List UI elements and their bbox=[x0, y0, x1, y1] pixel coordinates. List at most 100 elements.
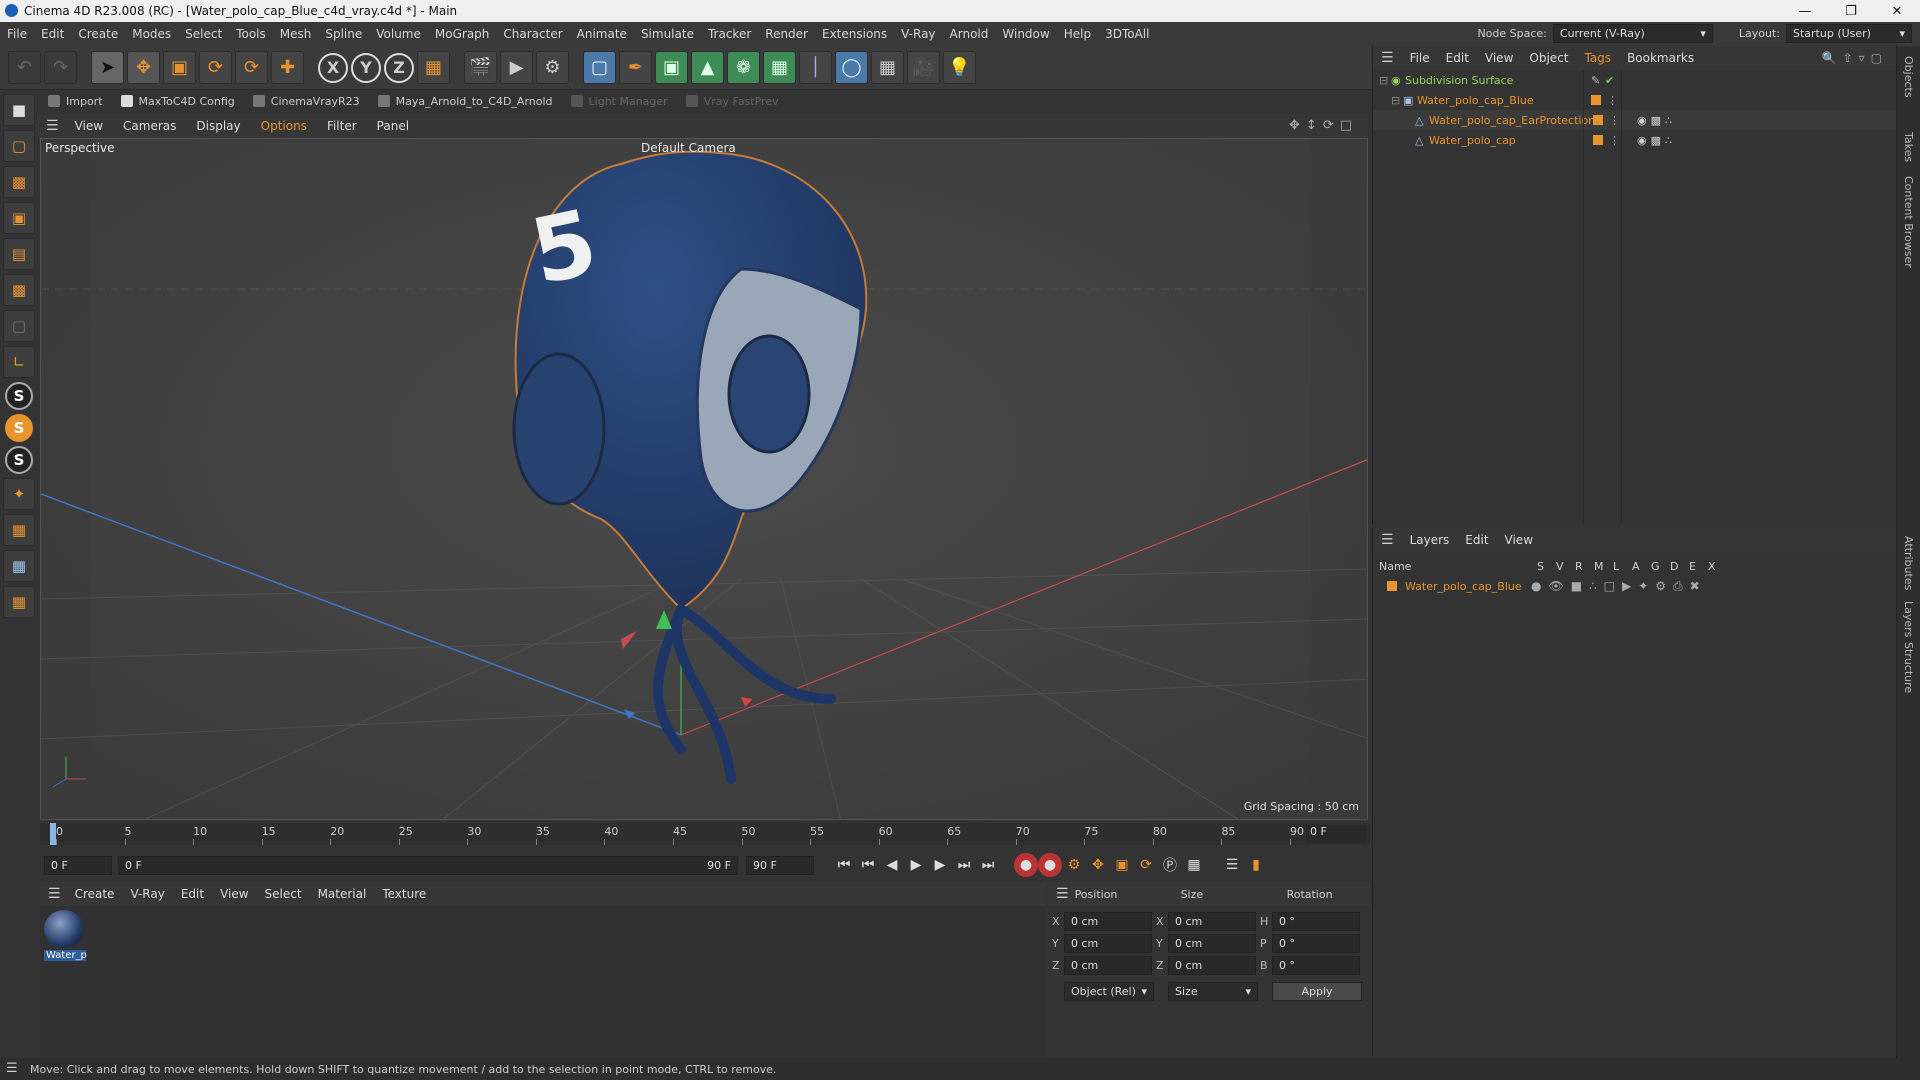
playhead[interactable] bbox=[50, 823, 56, 845]
pen-spline-icon[interactable]: ✒ bbox=[619, 51, 652, 84]
visibility-dots-icon[interactable]: ⋮ bbox=[1607, 94, 1618, 107]
objects-menu-file[interactable]: File bbox=[1402, 51, 1438, 65]
mograph-icon[interactable]: ▦ bbox=[763, 51, 796, 84]
menu-volume[interactable]: Volume bbox=[369, 27, 428, 41]
snap-settings-icon[interactable]: S bbox=[5, 414, 33, 442]
objects-menu-view[interactable]: View bbox=[1477, 51, 1521, 65]
previous-frame-icon[interactable]: ◀ bbox=[880, 853, 904, 877]
light-icon[interactable]: 💡 bbox=[943, 51, 976, 84]
size-mode-dropdown[interactable]: Size ▾ bbox=[1168, 982, 1258, 1001]
tab-content-browser[interactable]: Content Browser bbox=[1902, 176, 1915, 268]
cinemavray-button[interactable]: CinemaVrayR23 bbox=[252, 95, 360, 108]
camera-icon[interactable]: 🎥 bbox=[907, 51, 940, 84]
play-icon[interactable]: ▶ bbox=[904, 853, 928, 877]
frame-range-slider[interactable]: 0 F 90 F bbox=[118, 855, 738, 875]
layer-color-swatch[interactable] bbox=[1591, 95, 1601, 105]
layer-color-swatch[interactable] bbox=[1593, 135, 1603, 145]
autokey-icon[interactable]: ● bbox=[1038, 853, 1062, 877]
tree-row-cap[interactable]: △ Water_polo_cap ⋮ ◉▩∴ bbox=[1373, 130, 1896, 150]
menu-character[interactable]: Character bbox=[496, 27, 569, 41]
uv-mode-icon[interactable]: ▢ bbox=[3, 310, 35, 342]
render-view-icon[interactable]: 🎬 bbox=[464, 51, 497, 84]
texture-mode-icon[interactable]: ▩ bbox=[3, 166, 35, 198]
visibility-dots-icon[interactable]: ⋮ bbox=[1609, 134, 1637, 147]
recent-tools-icon[interactable]: ⟳ bbox=[235, 51, 268, 84]
hamburger-icon[interactable]: ☰ bbox=[40, 886, 67, 902]
light-manager-button[interactable]: Light Manager bbox=[570, 95, 668, 108]
timeline-ruler[interactable]: 0 5 10 15 20 25 30 35 40 45 50 55 60 65 70 75 80 85 90 0 F bbox=[40, 823, 1370, 845]
material-menu-select[interactable]: Select bbox=[257, 887, 310, 901]
hamburger-icon[interactable]: ☰ bbox=[6, 1061, 18, 1076]
coordinate-value-field[interactable]: 0 cm bbox=[1168, 911, 1256, 931]
restore-button[interactable]: ❐ bbox=[1828, 0, 1874, 22]
next-frame-icon[interactable]: ▶ bbox=[928, 853, 952, 877]
material-menu-view[interactable]: View bbox=[212, 887, 256, 901]
x-axis-lock-button[interactable]: X bbox=[318, 52, 348, 83]
menu-render[interactable]: Render bbox=[758, 27, 815, 41]
apply-button[interactable]: Apply bbox=[1272, 982, 1362, 1001]
vray-fastprev-button[interactable]: Vray FastPrev bbox=[685, 95, 779, 108]
material-menu-texture[interactable]: Texture bbox=[374, 887, 434, 901]
select-pointer-icon[interactable]: ➤ bbox=[91, 51, 124, 84]
menu-mograph[interactable]: MoGraph bbox=[428, 27, 497, 41]
model-mode-icon[interactable]: ▢ bbox=[3, 130, 35, 162]
render-picture-viewer-icon[interactable]: ▶ bbox=[500, 51, 533, 84]
viewport-menu-display[interactable]: Display bbox=[186, 119, 250, 133]
snap-s-icon[interactable]: S bbox=[5, 382, 33, 410]
coordinate-mode-dropdown[interactable]: Object (Rel) ▾ bbox=[1064, 982, 1154, 1001]
viewport-nav-icons[interactable]: ✥↕⟳□ bbox=[1289, 118, 1358, 133]
import-button[interactable]: Import bbox=[48, 95, 103, 108]
y-axis-lock-button[interactable]: Y bbox=[351, 52, 381, 83]
cube-primitive-icon[interactable]: ▢ bbox=[583, 51, 616, 84]
objects-menu-edit[interactable]: Edit bbox=[1438, 51, 1477, 65]
menu-tracker[interactable]: Tracker bbox=[701, 27, 758, 41]
make-editable-icon[interactable]: ■ bbox=[3, 94, 35, 126]
motion-system-icon[interactable]: ▮ bbox=[1244, 853, 1268, 877]
coordinate-value-field[interactable]: 0 cm bbox=[1064, 933, 1152, 953]
menu-animate[interactable]: Animate bbox=[570, 27, 634, 41]
workplane-snap-icon[interactable]: S bbox=[5, 446, 33, 474]
extrude-icon[interactable]: ▲ bbox=[691, 51, 724, 84]
layers-menu-layers[interactable]: Layers bbox=[1402, 533, 1458, 547]
menu-modes[interactable]: Modes bbox=[125, 27, 178, 41]
coordinate-value-field[interactable]: 0 ° bbox=[1272, 933, 1360, 953]
hamburger-icon[interactable]: ☰ bbox=[1381, 50, 1402, 66]
layer-color-swatch[interactable] bbox=[1387, 581, 1397, 591]
node-space-dropdown[interactable]: Current (V-Ray) ▾ bbox=[1552, 24, 1713, 43]
collapse-icon[interactable]: ⊟ bbox=[1379, 74, 1391, 87]
close-button[interactable]: ✕ bbox=[1874, 0, 1920, 22]
hamburger-icon[interactable]: ☰ bbox=[38, 118, 65, 134]
minimize-button[interactable]: — bbox=[1782, 0, 1828, 22]
hamburger-icon[interactable]: ☰ bbox=[1048, 886, 1075, 902]
timeline-end-field[interactable]: 0 F bbox=[1306, 825, 1366, 843]
menu-vray[interactable]: V-Ray bbox=[894, 27, 942, 41]
material-tags-icons[interactable]: ◉▩∴ bbox=[1637, 134, 1676, 147]
render-settings-icon[interactable]: ⚙ bbox=[536, 51, 569, 84]
go-to-start-icon[interactable]: ⏮ bbox=[832, 853, 856, 877]
viewport-menu-cameras[interactable]: Cameras bbox=[113, 119, 186, 133]
tree-row-ear-protection[interactable]: △ Water_polo_cap_EarProtection ⋮ ◉▩∴ bbox=[1373, 110, 1896, 130]
max-frame-field[interactable]: 90 F bbox=[746, 855, 814, 875]
menu-select[interactable]: Select bbox=[178, 27, 229, 41]
current-frame-field[interactable]: 0 F bbox=[44, 855, 112, 875]
position-key-icon[interactable]: ✥ bbox=[1086, 853, 1110, 877]
menu-spline[interactable]: Spline bbox=[318, 27, 369, 41]
polygons-mode-icon[interactable]: ▩ bbox=[3, 274, 35, 306]
transform-icon[interactable]: ✚ bbox=[271, 51, 304, 84]
maya-arnold-button[interactable]: Maya_Arnold_to_C4D_Arnold bbox=[377, 95, 553, 108]
next-key-icon[interactable]: ⏭ bbox=[952, 853, 976, 877]
material-thumbnail[interactable]: Water_p bbox=[44, 910, 87, 964]
menu-tools[interactable]: Tools bbox=[229, 27, 273, 41]
deformer-icon[interactable]: │ bbox=[799, 51, 832, 84]
lock-workplane-icon[interactable]: ▦ bbox=[3, 586, 35, 618]
layers-menu-edit[interactable]: Edit bbox=[1457, 533, 1496, 547]
layer-color-swatch[interactable] bbox=[1593, 115, 1603, 125]
hamburger-icon[interactable]: ☰ bbox=[1381, 532, 1402, 548]
timeline-icon[interactable]: ☰ bbox=[1220, 853, 1244, 877]
menu-window[interactable]: Window bbox=[995, 27, 1056, 41]
layer-row[interactable]: Water_polo_cap_Blue ●👁■∴□▶✦⚙⎙✖ bbox=[1373, 576, 1896, 596]
edges-mode-icon[interactable]: ▤ bbox=[3, 238, 35, 270]
viewport-menu-filter[interactable]: Filter bbox=[317, 119, 367, 133]
move-icon[interactable]: ✥ bbox=[127, 51, 160, 84]
material-menu-edit[interactable]: Edit bbox=[173, 887, 212, 901]
